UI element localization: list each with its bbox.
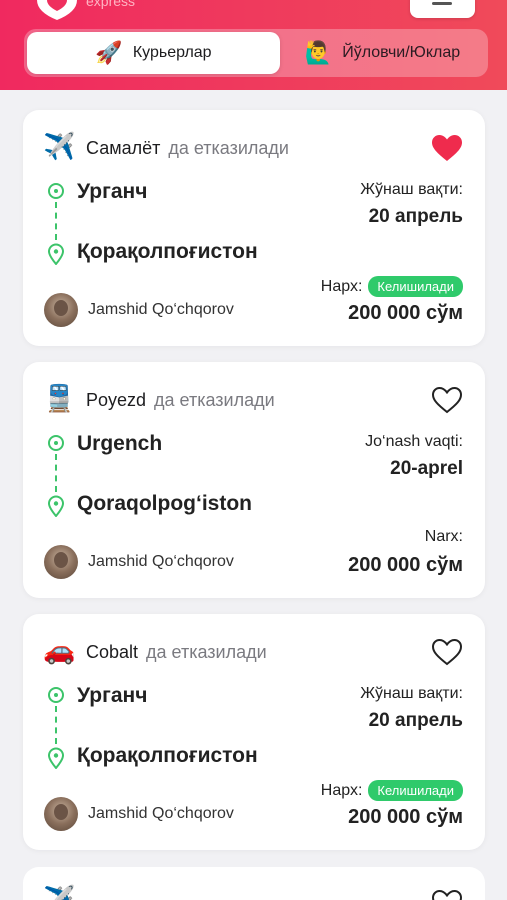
price-label: Нарх: <box>320 277 363 295</box>
delivery-card[interactable]: ✈️ Самалёт да етказилади Урганч Қорақолпо… <box>23 110 485 346</box>
price-label: Нарх: <box>320 781 363 799</box>
vehicle-name: Самалёт <box>86 138 161 158</box>
menu-button[interactable] <box>410 0 475 18</box>
departure-date: 20-aprel <box>390 458 463 479</box>
departure-label: Жўнаш вақти: <box>360 181 463 198</box>
category-segmented-control: 🚀 Курьерлар 🙋‍♂️ Йўловчи/Юклар <box>24 29 488 77</box>
delivery-card[interactable]: 🚗 Cobalt да етказилади Урганч Қорақолпоғи… <box>23 614 485 850</box>
tab-couriers[interactable]: 🚀 Курьерлар <box>27 32 280 74</box>
vehicle-suffix: да етказилади <box>146 642 267 662</box>
tab-passengers-cargo-label: Йўловчи/Юклар <box>342 44 461 61</box>
rocket-icon: 🚀 <box>95 40 123 66</box>
tab-passengers-cargo[interactable]: 🙋‍♂️ Йўловчи/Юклар <box>280 32 485 74</box>
avatar[interactable] <box>44 545 78 579</box>
app-header: express 🚀 Курьерлар 🙋‍♂️ Йўловчи/Юклар <box>0 0 507 90</box>
destination-city: Қорақолпоғистон <box>77 240 258 263</box>
person-raising-hand-icon: 🙋‍♂️ <box>304 40 333 66</box>
location-pin-icon <box>47 243 65 265</box>
car-icon: 🚗 <box>43 636 76 666</box>
start-point-icon <box>48 183 64 199</box>
vehicle-suffix: да етказилади <box>168 138 289 158</box>
price-value: 200 000 сўм <box>348 554 463 576</box>
avatar[interactable] <box>44 797 78 831</box>
vehicle-title: Cobalt да етказилади <box>86 642 267 663</box>
route-line <box>55 202 57 240</box>
user-name[interactable]: Jamshid Qo‘chqorov <box>88 553 234 571</box>
origin-city: Urgench <box>77 432 163 455</box>
airplane-icon: ✈️ <box>43 885 76 900</box>
airplane-icon: ✈️ <box>43 132 76 162</box>
price-value: 200 000 сўм <box>348 806 463 828</box>
heart-icon[interactable] <box>431 386 463 414</box>
route-line <box>55 454 57 492</box>
vehicle-title: Самалёт да етказилади <box>86 138 289 159</box>
tab-couriers-label: Курьерлар <box>132 44 212 61</box>
delivery-card[interactable]: 🚆 Poyezd да етказилади Urgench Qoraqolpog… <box>23 362 485 598</box>
logo-text: express <box>86 0 136 9</box>
train-icon: 🚆 <box>43 384 76 414</box>
departure-label: Жўнаш вақти: <box>360 685 463 702</box>
heart-icon[interactable] <box>431 889 463 900</box>
heart-icon[interactable] <box>431 134 463 162</box>
price-value: 200 000 сўм <box>348 302 463 324</box>
user-name[interactable]: Jamshid Qo‘chqorov <box>88 805 234 823</box>
price-row: Нарх: Келишилади <box>321 780 463 801</box>
vehicle-suffix: да етказилади <box>154 390 275 410</box>
location-pin-icon <box>47 495 65 517</box>
origin-city: Урганч <box>77 684 148 707</box>
heart-icon[interactable] <box>431 638 463 666</box>
destination-city: Qoraqolpog‘iston <box>77 492 252 515</box>
start-point-icon <box>48 435 64 451</box>
vehicle-name: Cobalt <box>86 642 139 662</box>
route-line <box>55 706 57 744</box>
start-point-icon <box>48 687 64 703</box>
destination-city: Қорақолпоғистон <box>77 744 258 767</box>
delivery-card[interactable]: ✈️ <box>23 867 485 900</box>
departure-date: 20 апрель <box>368 206 463 227</box>
price-row: Нарх: Келишилади <box>321 276 463 297</box>
price-row: Narx: <box>425 528 463 546</box>
origin-city: Урганч <box>77 180 148 203</box>
vehicle-title: Poyezd да етказилади <box>86 390 275 411</box>
vehicle-name: Poyezd <box>86 390 147 410</box>
negotiable-badge: Келишилади <box>368 780 463 801</box>
negotiable-badge: Келишилади <box>368 276 463 297</box>
logo-shield-icon <box>37 0 77 20</box>
departure-date: 20 апрель <box>368 710 463 731</box>
price-label: Narx: <box>424 528 463 545</box>
avatar[interactable] <box>44 293 78 327</box>
location-pin-icon <box>47 747 65 769</box>
departure-label: Jo‘nash vaqti: <box>365 433 463 450</box>
user-name[interactable]: Jamshid Qo‘chqorov <box>88 301 234 319</box>
